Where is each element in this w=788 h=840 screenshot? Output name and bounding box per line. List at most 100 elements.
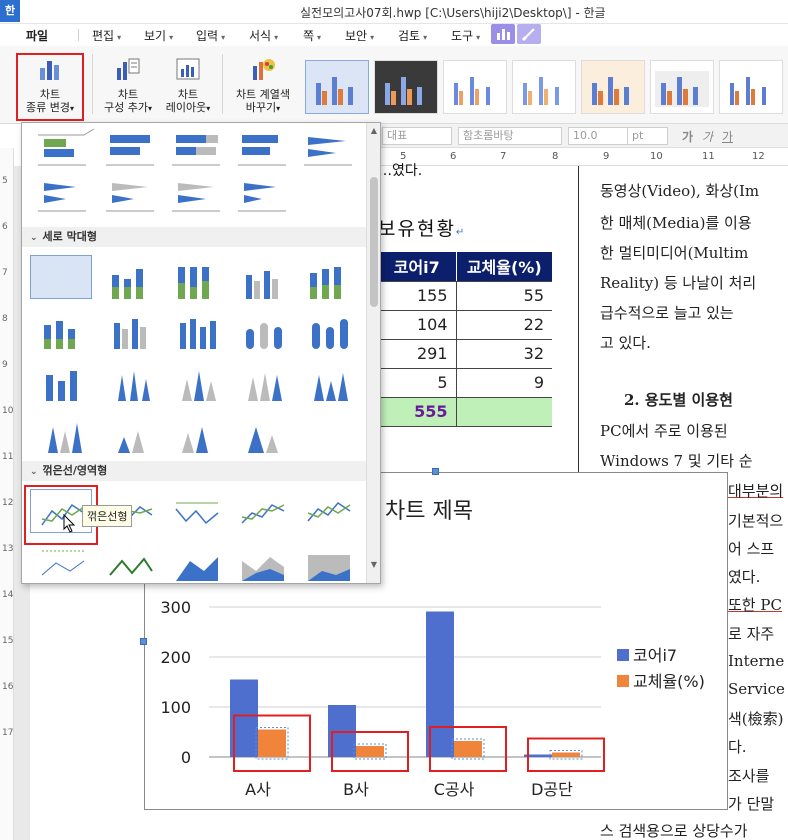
ribbon-separator [92,54,93,114]
table-cell[interactable]: 32 [455,339,552,369]
menu-edit-label: 편집 [92,29,115,43]
column-divider [578,166,579,476]
section-header-column[interactable]: ⌄ 세로 막대형 [22,227,368,247]
style-select[interactable]: 대표 [382,127,452,145]
chart-tab-button[interactable] [491,24,515,44]
table-cell[interactable]: 155 [378,281,456,311]
table-total-row: 555 [378,397,552,427]
legend-label[interactable]: 코어i7 [633,646,677,665]
underline-button[interactable]: 가 [722,128,733,145]
ruler-number: 17 [2,728,14,738]
font-unit-select[interactable]: pt [628,127,668,145]
chevron-down-icon: ▾ [221,33,226,42]
scrollbar-thumb[interactable] [370,177,378,307]
section-heading-text: 보유현황 [378,218,456,240]
body-text-line: 고 있다. [600,334,651,352]
ruler-number: 6 [2,222,8,232]
body-text-line: PC에서 주로 이용된 [600,422,728,440]
table-cell[interactable]: 104 [378,310,456,340]
bar-replacement-rate[interactable] [258,729,286,758]
chart-layout-button[interactable]: 차트 레이아웃▾ [156,52,220,116]
ruler-number: 13 [2,544,14,554]
body-text-line: 다. [728,738,747,756]
chart-style-thumbnail[interactable] [305,60,369,114]
data-table[interactable]: 코어i7 교체율(%) 155 55 104 22 291 32 5 9 555 [378,252,552,427]
menu-edit[interactable]: 편집 ▾ [92,27,121,44]
bar-replacement-rate[interactable] [454,741,482,757]
table-cell[interactable]: 291 [378,339,456,369]
table-cell[interactable]: 22 [455,310,552,340]
chart-layout-label: 차트 레이아웃▾ [156,88,220,115]
font-size-input[interactable]: 10.0 [568,127,628,145]
chart-style-thumbnail[interactable] [719,60,783,114]
ruler-number: 9 [603,151,610,162]
cone-chart-thumbnails[interactable] [46,371,348,401]
scroll-down-icon[interactable]: ▼ [368,559,380,571]
chart-style-preview [730,77,766,105]
body-text-line: Service [728,680,785,698]
italic-button[interactable]: 가 [702,128,713,145]
menu-review[interactable]: 검토 ▾ [398,27,427,44]
bar-replacement-rate[interactable] [552,752,580,758]
chart-style-thumbnail[interactable] [650,60,714,114]
chart-style-thumbnail[interactable] [443,60,507,114]
add-chart-component-button[interactable]: 차트 구성 추가▾ [96,52,160,116]
text-fragment: …였다. [378,163,423,179]
cylinder-chart-thumbnails[interactable] [44,319,348,349]
menu-page[interactable]: 쪽 ▾ [303,27,321,44]
menu-format[interactable]: 서식 ▾ [249,27,278,44]
x-tick-label: C공사 [434,780,475,799]
table-cell[interactable]: 5 [378,368,456,398]
menu-tools[interactable]: 도구 ▾ [451,27,480,44]
table-cell[interactable]: 9 [455,368,552,398]
chart-format-tab-button[interactable] [517,24,541,44]
bar-replacement-rate[interactable] [356,746,384,757]
body-text-line: 대부분의 [728,482,784,500]
font-select[interactable]: 함초롬바탕 [458,127,562,145]
chart-style-thumbnail[interactable] [512,60,576,114]
vertical-ruler[interactable]: 5 6 7 8 9 10 11 12 13 14 15 16 17 [0,148,14,840]
body-text-line: 급수적으로 늘고 있는 [600,304,734,322]
legend-label[interactable]: 교체율(%) [633,672,705,691]
horizontal-bar-thumbnails[interactable] [38,128,352,166]
change-series-color-text: 차트 계열색 바꾸기 [235,88,291,114]
ruler-number: 10 [650,151,663,162]
body-text-line: Windows 7 및 기타 순 [600,452,753,470]
horizontal-cone-thumbnails[interactable] [38,183,286,212]
ruler-number: 7 [500,151,507,162]
change-series-color-button[interactable]: 차트 계열색 바꾸기▾ [230,52,296,116]
horizontal-ruler[interactable]: 5 6 7 8 9 10 11 12 [380,148,788,166]
window-title: 실전모의고사07회.hwp [C:\Users\hiji2\Desktop\] … [300,6,606,20]
chevron-down-icon: ⌄ [30,233,38,243]
chevron-down-icon: ▾ [370,33,375,42]
title-bar: 한 실전모의고사07회.hwp [C:\Users\hiji2\Desktop\… [0,0,788,24]
table-row: 155 55 [378,281,552,311]
ribbon: 차트 종류 변경▾ 차트 구성 추가▾ 차트 레이아웃▾ 차트 계열색 바꾸기▾ [0,46,788,124]
menu-insert[interactable]: 입력 ▾ [196,27,225,44]
section-header-line[interactable]: ⌄ 꺾은선/영역형 [22,461,368,481]
body-text-line: 한 매체(Media)를 이용 [600,214,752,232]
bold-button[interactable]: 가 [682,128,693,145]
chevron-down-icon: ▾ [476,33,481,42]
app-logo[interactable]: 한 [0,0,20,22]
table-cell[interactable] [455,397,552,427]
resize-handle[interactable] [140,638,147,645]
y-tick-label: 300 [160,598,191,617]
area-chart-thumbnails[interactable] [41,550,350,581]
pyramid-chart-thumbnails[interactable] [48,423,278,453]
table-header-cell[interactable]: 코어i7 [378,252,456,282]
menu-security[interactable]: 보안 ▾ [345,27,374,44]
table-cell[interactable]: 555 [378,397,456,427]
body-text-line: 스 검색용으로 상당수가 [600,822,748,840]
resize-handle[interactable] [432,468,439,475]
dropdown-scrollbar[interactable]: ▲ ▼ [366,123,380,583]
clustered-column-option[interactable] [30,255,92,299]
table-cell[interactable]: 55 [455,281,552,311]
body-text-line: 기본적으 [728,512,784,530]
menu-file[interactable]: 파일 [26,27,48,44]
chart-style-thumbnail[interactable] [581,60,645,114]
chart-style-thumbnail[interactable] [374,60,438,114]
menu-view[interactable]: 보기 ▾ [144,27,173,44]
scroll-up-icon[interactable]: ▲ [368,125,380,137]
table-header-cell[interactable]: 교체율(%) [455,252,552,282]
